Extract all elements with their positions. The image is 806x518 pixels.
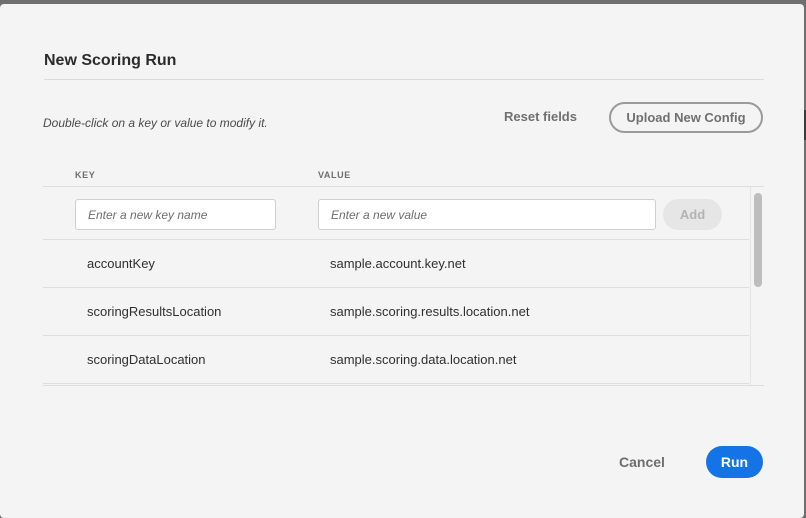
- cancel-button[interactable]: Cancel: [605, 446, 679, 478]
- row-key[interactable]: accountKey: [87, 256, 155, 271]
- row-value[interactable]: sample.scoring.results.location.net: [330, 304, 529, 319]
- table-row[interactable]: scoringResultsLocation sample.scoring.re…: [43, 287, 749, 335]
- row-value[interactable]: sample.scoring.data.location.net: [330, 352, 516, 367]
- dialog-title: New Scoring Run: [44, 52, 177, 69]
- run-button[interactable]: Run: [706, 446, 763, 478]
- config-table: Add accountKey sample.account.key.net sc…: [43, 186, 764, 386]
- table-row: [43, 383, 749, 385]
- reset-fields-button[interactable]: Reset fields: [494, 103, 587, 131]
- new-scoring-run-dialog: New Scoring Run Double-click on a key or…: [0, 4, 804, 518]
- row-key[interactable]: scoringResultsLocation: [87, 304, 221, 319]
- table-row[interactable]: scoringDataLocation sample.scoring.data.…: [43, 335, 749, 383]
- edit-hint: Double-click on a key or value to modify…: [43, 116, 268, 130]
- add-button[interactable]: Add: [663, 199, 722, 230]
- key-column-header: KEY: [75, 170, 96, 180]
- row-value[interactable]: sample.account.key.net: [330, 256, 466, 271]
- new-value-input[interactable]: [318, 199, 656, 230]
- table-scrollbar[interactable]: [750, 187, 764, 385]
- scrollbar-thumb[interactable]: [754, 193, 762, 287]
- value-column-header: VALUE: [318, 170, 351, 180]
- new-key-input[interactable]: [75, 199, 276, 230]
- table-row[interactable]: accountKey sample.account.key.net: [43, 239, 749, 287]
- row-key[interactable]: scoringDataLocation: [87, 352, 206, 367]
- title-divider: [44, 79, 764, 80]
- upload-new-config-button[interactable]: Upload New Config: [609, 102, 763, 133]
